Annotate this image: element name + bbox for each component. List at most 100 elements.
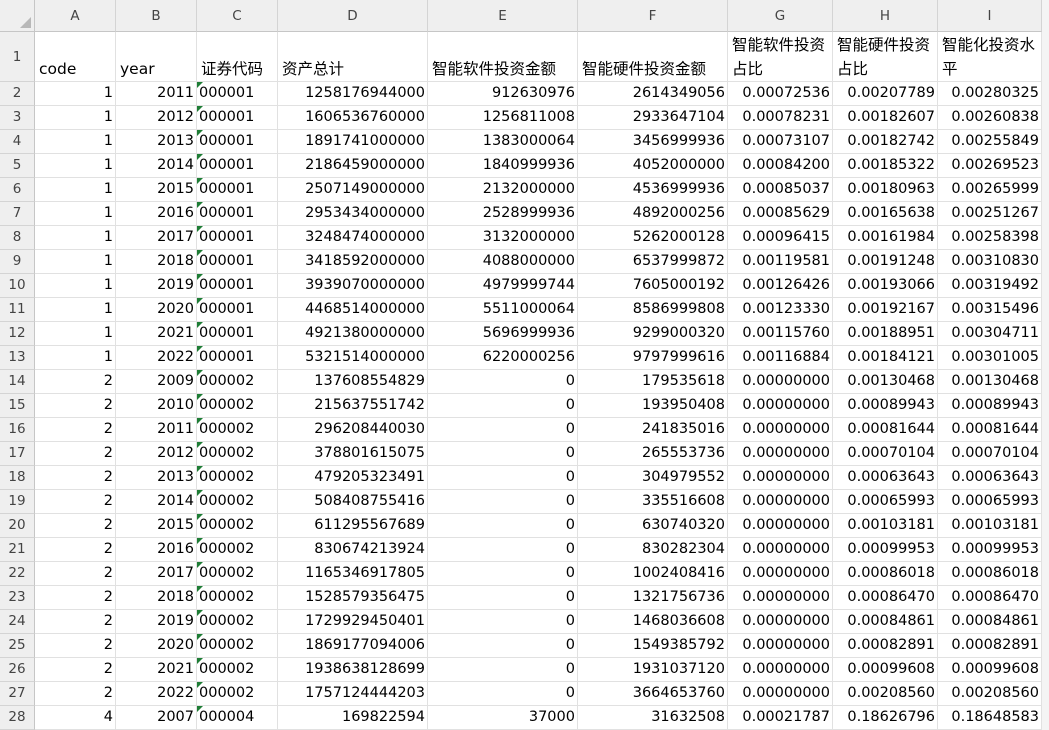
table-cell[interactable]: 1891741000000 [278, 130, 428, 154]
table-cell[interactable]: 912630976 [428, 82, 578, 106]
table-cell[interactable]: 0.00000000 [728, 586, 833, 610]
table-cell[interactable]: 1729929450401 [278, 610, 428, 634]
table-cell[interactable]: 241835016 [578, 418, 728, 442]
table-cell[interactable]: 0.00086470 [938, 586, 1042, 610]
table-cell[interactable]: 000001 [197, 106, 278, 130]
table-cell[interactable]: 1 [35, 298, 116, 322]
table-cell[interactable]: 000004 [197, 706, 278, 730]
table-cell[interactable]: 479205323491 [278, 466, 428, 490]
table-cell[interactable]: 2015 [116, 514, 197, 538]
table-cell[interactable]: 0.00099608 [833, 658, 938, 682]
table-cell[interactable]: 0.18626796 [833, 706, 938, 730]
table-cell[interactable]: 265553736 [578, 442, 728, 466]
table-cell[interactable]: 169822594 [278, 706, 428, 730]
table-cell[interactable]: 000002 [197, 394, 278, 418]
table-cell[interactable]: 2 [35, 394, 116, 418]
table-cell[interactable]: 0.00000000 [728, 442, 833, 466]
table-cell[interactable]: 2 [35, 490, 116, 514]
row-header[interactable]: 27 [0, 682, 35, 706]
table-cell[interactable]: 000001 [197, 322, 278, 346]
table-cell[interactable]: 1 [35, 154, 116, 178]
table-cell[interactable]: 0.00182607 [833, 106, 938, 130]
row-header[interactable]: 7 [0, 202, 35, 226]
table-cell[interactable]: 0.00078231 [728, 106, 833, 130]
table-cell[interactable]: 000001 [197, 82, 278, 106]
table-cell[interactable]: 0.00193066 [833, 274, 938, 298]
table-cell[interactable]: 378801615075 [278, 442, 428, 466]
row-header[interactable]: 21 [0, 538, 35, 562]
table-cell[interactable]: 1165346917805 [278, 562, 428, 586]
table-cell[interactable]: 0.00065993 [833, 490, 938, 514]
table-cell[interactable]: 179535618 [578, 370, 728, 394]
table-cell[interactable]: 0.00115760 [728, 322, 833, 346]
table-cell[interactable]: 3456999936 [578, 130, 728, 154]
column-header-b[interactable]: B [116, 0, 197, 32]
table-cell[interactable]: 4921380000000 [278, 322, 428, 346]
table-cell[interactable]: 000002 [197, 610, 278, 634]
table-cell[interactable]: 2014 [116, 154, 197, 178]
table-cell[interactable]: 0 [428, 538, 578, 562]
table-cell[interactable]: 508408755416 [278, 490, 428, 514]
table-cell[interactable]: 0.00085037 [728, 178, 833, 202]
table-cell[interactable]: 2 [35, 610, 116, 634]
table-cell[interactable]: 0 [428, 514, 578, 538]
table-cell[interactable]: 1840999936 [428, 154, 578, 178]
table-cell[interactable]: 0.00251267 [938, 202, 1042, 226]
row-header[interactable]: 14 [0, 370, 35, 394]
table-cell[interactable]: 0.00021787 [728, 706, 833, 730]
table-cell[interactable]: 0.00089943 [833, 394, 938, 418]
header-cell[interactable]: 智能硬件投资金额 [578, 32, 728, 82]
row-header[interactable]: 5 [0, 154, 35, 178]
table-cell[interactable]: 1 [35, 322, 116, 346]
table-cell[interactable]: 0.00063643 [938, 466, 1042, 490]
table-cell[interactable]: 0.00207789 [833, 82, 938, 106]
table-cell[interactable]: 0.00301005 [938, 346, 1042, 370]
table-cell[interactable]: 4536999936 [578, 178, 728, 202]
table-cell[interactable]: 2933647104 [578, 106, 728, 130]
table-cell[interactable]: 2020 [116, 634, 197, 658]
table-cell[interactable]: 611295567689 [278, 514, 428, 538]
table-cell[interactable]: 37000 [428, 706, 578, 730]
table-cell[interactable]: 2013 [116, 130, 197, 154]
table-cell[interactable]: 0.00280325 [938, 82, 1042, 106]
row-header[interactable]: 18 [0, 466, 35, 490]
table-cell[interactable]: 1 [35, 106, 116, 130]
table-cell[interactable]: 0.00000000 [728, 466, 833, 490]
table-cell[interactable]: 0.00000000 [728, 562, 833, 586]
row-header[interactable]: 13 [0, 346, 35, 370]
table-cell[interactable]: 0.00208560 [938, 682, 1042, 706]
table-cell[interactable]: 2017 [116, 226, 197, 250]
header-cell[interactable]: 证券代码 [197, 32, 278, 82]
column-header-d[interactable]: D [278, 0, 428, 32]
table-cell[interactable]: 0.00269523 [938, 154, 1042, 178]
table-cell[interactable]: 0.00319492 [938, 274, 1042, 298]
table-cell[interactable]: 2011 [116, 418, 197, 442]
table-cell[interactable]: 0.00103181 [833, 514, 938, 538]
table-cell[interactable]: 0.00119581 [728, 250, 833, 274]
table-cell[interactable]: 1256811008 [428, 106, 578, 130]
table-cell[interactable]: 1 [35, 82, 116, 106]
table-cell[interactable]: 6537999872 [578, 250, 728, 274]
table-cell[interactable]: 2 [35, 562, 116, 586]
column-header-f[interactable]: F [578, 0, 728, 32]
table-cell[interactable]: 2 [35, 586, 116, 610]
column-header-a[interactable]: A [35, 0, 116, 32]
table-cell[interactable]: 1 [35, 202, 116, 226]
table-cell[interactable]: 137608554829 [278, 370, 428, 394]
table-cell[interactable]: 2013 [116, 466, 197, 490]
table-cell[interactable]: 296208440030 [278, 418, 428, 442]
row-header[interactable]: 22 [0, 562, 35, 586]
row-header[interactable]: 26 [0, 658, 35, 682]
column-header-i[interactable]: I [938, 0, 1042, 32]
table-cell[interactable]: 000002 [197, 418, 278, 442]
table-cell[interactable]: 0 [428, 442, 578, 466]
column-header-e[interactable]: E [428, 0, 578, 32]
table-cell[interactable]: 0.00265999 [938, 178, 1042, 202]
table-cell[interactable]: 1321756736 [578, 586, 728, 610]
table-cell[interactable]: 1258176944000 [278, 82, 428, 106]
table-cell[interactable]: 304979552 [578, 466, 728, 490]
table-cell[interactable]: 5262000128 [578, 226, 728, 250]
row-header[interactable]: 8 [0, 226, 35, 250]
table-cell[interactable]: 0 [428, 682, 578, 706]
table-cell[interactable]: 2014 [116, 490, 197, 514]
